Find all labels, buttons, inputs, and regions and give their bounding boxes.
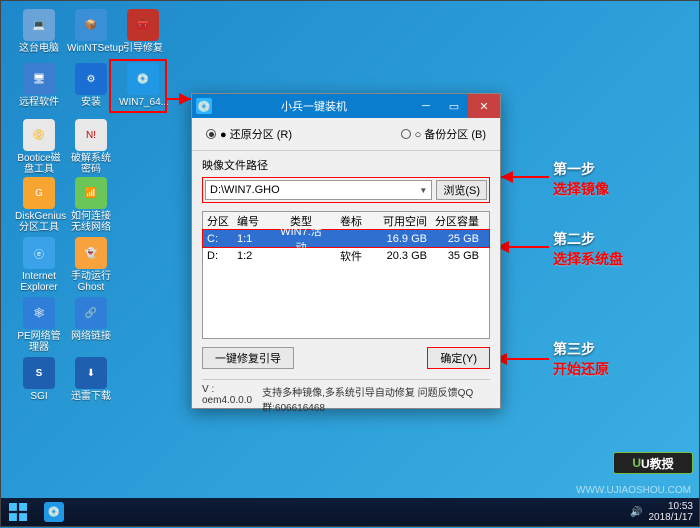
desktop-icon-diskgenius[interactable]: GDiskGenius 分区工具 bbox=[15, 177, 63, 233]
watermark-text: WWW.UJIAOSHOU.COM bbox=[576, 485, 691, 496]
ok-button[interactable]: 确定(Y) bbox=[427, 347, 490, 369]
footer-line: V : oem4.0.0.0 支持多种镜像,多系统引导自动修复 问题反馈QQ群:… bbox=[202, 379, 490, 414]
table-header: 分区 编号 类型 卷标 可用空间 分区容量 bbox=[203, 212, 489, 230]
system-tray: 🔊 10:53 2018/1/17 bbox=[630, 501, 693, 523]
desktop-icon-thunder[interactable]: ⬇迅雷下载 bbox=[67, 357, 115, 402]
radio-dot-icon bbox=[401, 129, 411, 139]
desktop-icon-this-pc[interactable]: 💻这台电脑 bbox=[15, 9, 63, 54]
close-button[interactable]: ✕ bbox=[468, 94, 500, 118]
minimize-button[interactable]: ─ bbox=[412, 94, 440, 118]
titlebar[interactable]: 💿 小兵一键装机 ─ ▭ ✕ bbox=[192, 94, 500, 118]
repair-boot-button[interactable]: 一键修复引导 bbox=[202, 347, 294, 369]
taskbar-item[interactable]: 💿 bbox=[37, 500, 71, 524]
app-icon: 💿 bbox=[196, 98, 212, 114]
radio-restore[interactable]: ● 还原分区 (R) bbox=[206, 126, 292, 142]
desktop-icon-boot-repair[interactable]: 🧰引导修复 bbox=[119, 9, 167, 54]
radio-restore-label: ● 还原分区 (R) bbox=[220, 126, 292, 142]
annotation-step-3: 第三步开始还原 bbox=[553, 339, 609, 379]
table-row[interactable]: C: 1:1 WIN7.活动 16.9 GB 25 GB bbox=[203, 230, 489, 247]
path-label: 映像文件路径 bbox=[202, 157, 490, 173]
radio-backup-label: ○ 备份分区 (B) bbox=[415, 126, 486, 142]
start-button[interactable] bbox=[1, 498, 35, 526]
watermark-logo: UU教授 bbox=[613, 452, 693, 474]
support-text: 支持多种镜像,多系统引导自动修复 问题反馈QQ群:606616468 bbox=[262, 384, 490, 414]
desktop-icon-sgi[interactable]: SSGI bbox=[15, 357, 63, 402]
annotation-step-1: 第一步选择镜像 bbox=[553, 159, 609, 199]
desktop-icon-net-links[interactable]: 🔗网络链接 bbox=[67, 297, 115, 342]
desktop-icon-bootice[interactable]: 📀Bootice磁盘工具 bbox=[15, 119, 63, 175]
browse-button[interactable]: 浏览(S) bbox=[436, 180, 487, 200]
installer-dialog: 💿 小兵一键装机 ─ ▭ ✕ ● 还原分区 (R) ○ 备份分区 (B) 映像文… bbox=[191, 93, 501, 409]
image-path-value: D:\WIN7.GHO bbox=[210, 184, 280, 196]
clock[interactable]: 10:53 2018/1/17 bbox=[649, 501, 694, 523]
radio-backup[interactable]: ○ 备份分区 (B) bbox=[401, 126, 486, 142]
dropdown-icon[interactable]: ▼ bbox=[419, 186, 427, 195]
dialog-title: 小兵一键装机 bbox=[216, 98, 412, 114]
image-path-input[interactable]: D:\WIN7.GHO ▼ bbox=[205, 180, 432, 200]
annotation-step-2: 第二步选择系统盘 bbox=[553, 229, 623, 269]
partition-table: 分区 编号 类型 卷标 可用空间 分区容量 C: 1:1 WIN7.活动 16.… bbox=[202, 211, 490, 339]
tray-icon[interactable]: 🔊 bbox=[630, 507, 642, 518]
radio-dot-icon bbox=[206, 129, 216, 139]
desktop-icon-remote[interactable]: 🖥远程软件 bbox=[15, 63, 63, 108]
table-row[interactable]: D: 1:2 软件 20.3 GB 35 GB bbox=[203, 247, 489, 264]
desktop-icon-winntsetup[interactable]: 📦WinNTSetup bbox=[67, 9, 115, 54]
highlight-launcher-icon bbox=[109, 59, 167, 113]
version-text: V : oem4.0.0.0 bbox=[202, 384, 256, 414]
maximize-button[interactable]: ▭ bbox=[440, 94, 468, 118]
desktop-icon-wifi-help[interactable]: 📶如何连接无线网络 bbox=[67, 177, 115, 233]
desktop-icon-crack-password[interactable]: N!破解系统密码 bbox=[67, 119, 115, 175]
taskbar: 💿 🔊 10:53 2018/1/17 bbox=[1, 498, 699, 526]
desktop-icon-install[interactable]: ⚙安装 bbox=[67, 63, 115, 108]
desktop-icon-ie[interactable]: ⓔInternet Explorer bbox=[15, 237, 63, 293]
desktop-icon-ghost[interactable]: 👻手动运行Ghost bbox=[67, 237, 115, 293]
desktop-icon-pe-network[interactable]: 🕸PE网络管理器 bbox=[15, 297, 63, 353]
